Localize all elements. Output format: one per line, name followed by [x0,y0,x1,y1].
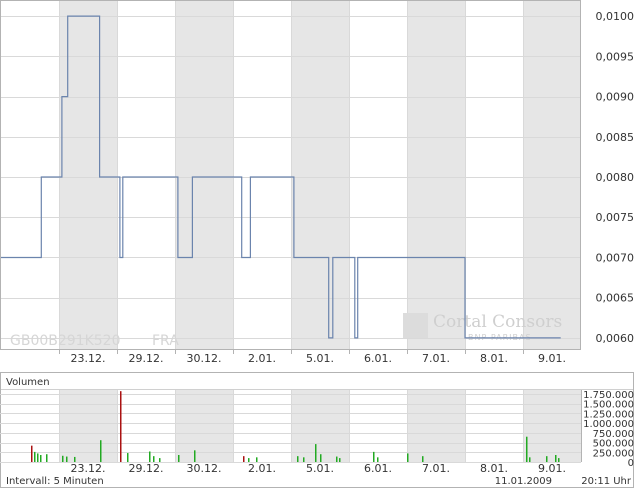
volume-x-tick-label: 29.12. [129,462,164,475]
volume-bar [149,451,151,462]
volume-bar [315,444,317,462]
volume-shade-band [59,390,117,462]
volume-y-tick-label: 1.750.000 [583,390,634,401]
volume-bar [100,440,102,462]
volume-bar [120,391,122,462]
volume-bar [529,457,531,462]
watermark-exchange: FRA [152,333,179,349]
price-x-tick-label: 29.12. [129,352,164,365]
volume-x-tick-label: 7.01. [422,462,450,475]
footer-date: 11.01.2009 [495,476,552,487]
volume-y-tick-label: 500.000 [593,439,634,450]
volume-x-tick-label: 2.01. [248,462,276,475]
price-y-tick-label: 0,0065 [596,292,635,305]
price-x-axis: 23.12. 29.12. 30.12. 2.01. 5.01. 6.01. 7.01. 8.… [59,350,566,365]
volume-bar [194,450,196,462]
price-x-tick-label: 6.01. [364,352,392,365]
volume-bar [66,456,68,462]
price-y-tick-label: 0,0080 [596,171,635,184]
volume-bar [297,456,299,462]
watermark-logo-icon [403,313,428,338]
volume-bar [37,453,39,462]
volume-title: Volumen [6,377,50,388]
volume-bar [243,456,245,462]
volume-shade-band [291,390,349,462]
price-x-tick-label: 30.12. [187,352,222,365]
price-panel: GB00B291K520 FRA Cortal Consors BNP PARI… [0,0,634,365]
price-x-tick-label: 23.12. [71,352,106,365]
price-x-tick-label: 9.01. [538,352,566,365]
volume-bar [373,451,375,462]
price-y-tick-label: 0,0100 [596,10,635,23]
interval-label: Intervall: 5 Minuten [6,476,104,487]
price-y-tick-label: 0,0095 [596,50,635,63]
volume-bar [407,453,409,462]
price-y-tick-label: 0,0060 [596,332,635,345]
volume-bar [178,454,180,462]
volume-panel: Volumen 0250.000500.000750.0001.000.0001… [0,372,634,488]
price-x-tick-label: 7.01. [422,352,450,365]
volume-shade-band [523,390,581,462]
volume-x-tick-label: 5.01. [306,462,334,475]
volume-bar [46,454,48,462]
price-x-tick-label: 2.01. [248,352,276,365]
volume-bar [339,458,341,462]
volume-bar [336,456,338,462]
volume-bar [31,445,33,462]
price-y-tick-label: 0,0085 [596,131,635,144]
volume-x-tick-label: 6.01. [364,462,392,475]
price-x-tick-label: 5.01. [306,352,334,365]
volume-x-tick-label: 30.12. [187,462,222,475]
price-shade-band [291,0,349,350]
volume-bar [40,454,42,462]
price-shade-band [407,0,465,350]
price-shade-band [523,0,581,350]
volume-bar [555,454,557,462]
volume-x-tick-label: 8.01. [480,462,508,475]
volume-shade-band [407,390,465,462]
volume-bar [127,453,129,462]
price-y-tick-label: 0,0070 [596,251,635,264]
volume-x-tick-label: 23.12. [71,462,106,475]
volume-shade-band [175,390,233,462]
volume-y-tick-label: 0 [628,458,634,469]
footer-time: 20:11 Uhr [581,476,632,487]
volume-bar [34,451,36,462]
volume-y-tick-label: 250.000 [593,448,634,459]
volume-bar [62,455,64,462]
volume-bar [303,457,305,462]
chart-root: GB00B291K520 FRA Cortal Consors BNP PARI… [0,0,634,488]
volume-x-axis: 23.12. 29.12. 30.12. 2.01. 5.01. 6.01. 7.01. 8.… [71,462,567,475]
volume-x-tick-label: 9.01. [538,462,566,475]
volume-y-tick-label: 1.500.000 [583,400,634,411]
volume-bar [526,436,528,462]
price-x-tick-label: 8.01. [480,352,508,365]
watermark-isin: GB00B291K520 [10,333,121,349]
volume-y-tick-label: 1.250.000 [583,409,634,420]
price-y-tick-label: 0,0090 [596,91,635,104]
price-y-axis: 0,0060 0,0065 0,0070 0,0075 0,0080 0,0085 0,00… [596,10,635,345]
watermark-brand: Cortal Consors [433,312,562,332]
volume-y-tick-label: 750.000 [593,429,634,440]
price-y-tick-label: 0,0075 [596,211,635,224]
price-shade-band [175,0,233,350]
volume-y-tick-label: 1.000.000 [583,419,634,430]
volume-bar [320,454,322,462]
